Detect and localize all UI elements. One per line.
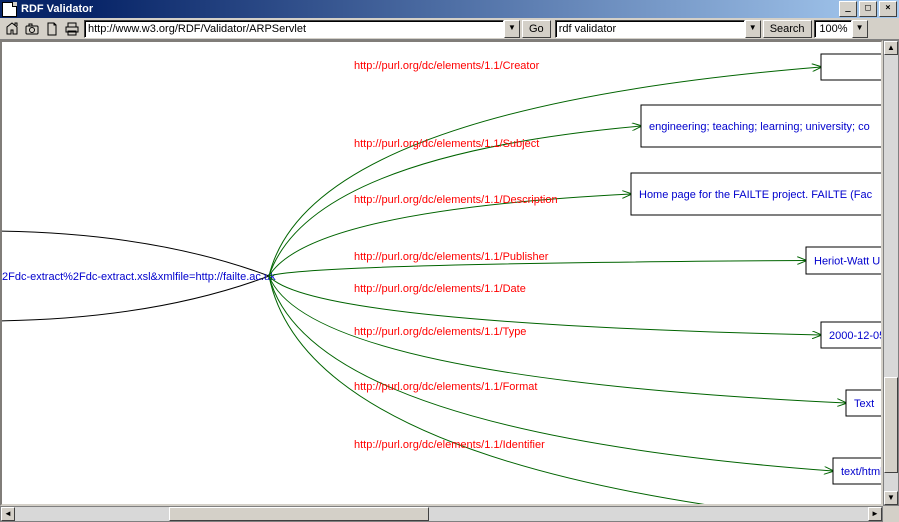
graph-node-value: Home page for the FAILTE project. FAILTE… [639, 189, 873, 201]
maximize-button[interactable]: □ [859, 1, 877, 17]
edge-label: http://purl.org/dc/elements/1.1/Subject [354, 138, 539, 150]
url-input[interactable] [84, 20, 504, 38]
graph-edge [269, 67, 821, 276]
titlebar[interactable]: RDF Validator _ □ × [0, 0, 899, 18]
window-title: RDF Validator [21, 3, 93, 15]
document-icon [2, 2, 17, 17]
graph-viewport[interactable]: 2Fdc-extract%2Fdc-extract.xsl&xmlfile=ht… [0, 40, 883, 506]
graph-node-value: Text [854, 398, 874, 410]
horizontal-scroll-thumb[interactable] [169, 507, 429, 521]
graph-node-value: text/html [841, 466, 881, 478]
search-dropdown-button[interactable]: ▼ [745, 20, 761, 38]
graph-node-box [821, 54, 881, 80]
graph-edge [269, 194, 631, 276]
edge-label: http://purl.org/dc/elements/1.1/Publishe… [354, 251, 549, 263]
edge-label: http://purl.org/dc/elements/1.1/Date [354, 283, 526, 295]
graph-node-value: Heriot-Watt Unive [814, 256, 881, 268]
edge-label: http://purl.org/dc/elements/1.1/Creator [354, 60, 540, 72]
document-icon-btn[interactable] [44, 21, 60, 37]
print-icon[interactable] [64, 21, 80, 37]
scroll-right-button[interactable]: ► [868, 507, 882, 521]
horizontal-scrollbar[interactable]: ◄ ► [0, 506, 883, 522]
toolbar: ▼ Go ▼ Search ▼ [0, 18, 899, 40]
graph-node-value: engineering; teaching; learning; univers… [649, 121, 870, 133]
home-icon[interactable] [4, 21, 20, 37]
minimize-button[interactable]: _ [839, 1, 857, 17]
edge-label: http://purl.org/dc/elements/1.1/Type [354, 326, 526, 338]
close-button[interactable]: × [879, 1, 897, 17]
vertical-scroll-thumb[interactable] [884, 377, 898, 473]
source-node-label: 2Fdc-extract%2Fdc-extract.xsl&xmlfile=ht… [2, 271, 276, 283]
go-button[interactable]: Go [522, 20, 551, 38]
edge-label: http://purl.org/dc/elements/1.1/Format [354, 381, 537, 393]
edge-label: http://purl.org/dc/elements/1.1/Descript… [354, 194, 558, 206]
search-button[interactable]: Search [763, 20, 812, 38]
graph-edge [269, 276, 821, 335]
vertical-scrollbar[interactable]: ▲ ▼ [883, 40, 899, 506]
scroll-up-button[interactable]: ▲ [884, 41, 898, 55]
edge-label: http://purl.org/dc/elements/1.1/Identifi… [354, 439, 545, 451]
scroll-down-button[interactable]: ▼ [884, 491, 898, 505]
scrollbar-corner [883, 506, 899, 522]
scroll-left-button[interactable]: ◄ [1, 507, 15, 521]
graph-node-value: 2000-12-05 [829, 330, 881, 342]
zoom-input[interactable] [814, 20, 852, 38]
url-dropdown-button[interactable]: ▼ [504, 20, 520, 38]
zoom-dropdown-button[interactable]: ▼ [852, 20, 868, 38]
camera-icon[interactable] [24, 21, 40, 37]
search-input[interactable] [555, 20, 745, 38]
